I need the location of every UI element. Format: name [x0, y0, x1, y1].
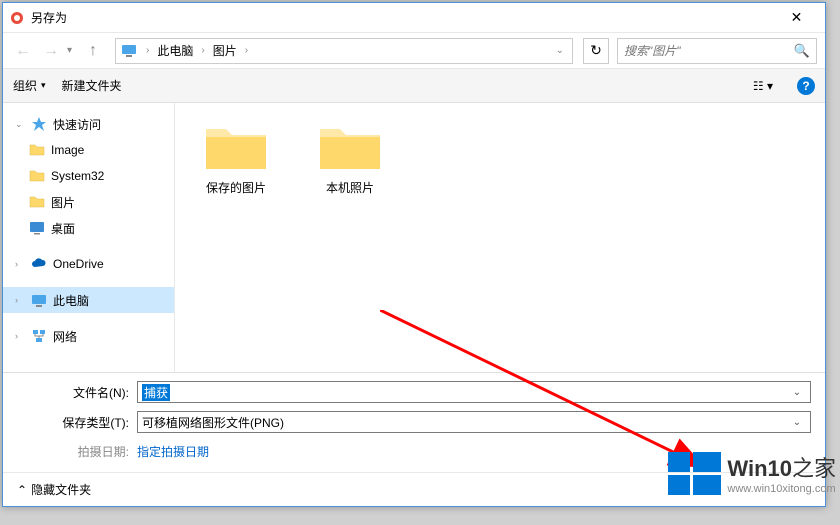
folder-label: 保存的图片 — [206, 179, 266, 196]
file-list[interactable]: 保存的图片 本机照片 — [175, 103, 825, 372]
titlebar: 另存为 ✕ — [3, 3, 825, 33]
sidebar-item-desktop[interactable]: 桌面 — [3, 215, 174, 241]
folder-label: 本机照片 — [326, 179, 374, 196]
watermark-title: Win10之家 — [727, 451, 836, 483]
chevron-right-icon: › — [15, 331, 25, 341]
chevron-down-icon: ⌄ — [15, 119, 25, 130]
watermark: Win10之家 www.win10xitong.com — [668, 451, 836, 495]
up-button[interactable]: ↑ — [81, 39, 105, 63]
desktop-icon — [29, 220, 45, 236]
app-icon — [9, 10, 25, 26]
filetype-label: 保存类型(T): — [17, 414, 137, 431]
sidebar-item-system32[interactable]: System32 — [3, 163, 174, 189]
content-area: ⌄ 快速访问 Image System32 图片 桌面 › — [3, 103, 825, 372]
chevron-right-icon: › — [15, 259, 25, 269]
folder-icon — [318, 121, 382, 173]
star-icon — [31, 116, 47, 132]
close-button[interactable]: ✕ — [774, 4, 819, 32]
filename-input[interactable]: 捕获 ⌄ — [137, 381, 811, 403]
breadcrumb-root[interactable]: 此电脑 — [153, 40, 197, 61]
search-icon[interactable]: 🔍 — [794, 43, 810, 59]
forward-button[interactable]: → — [39, 39, 63, 63]
pc-icon — [31, 292, 47, 308]
search-box[interactable]: 🔍 — [617, 38, 817, 64]
date-label: 拍摄日期: — [17, 443, 137, 460]
sidebar-network[interactable]: › 网络 — [3, 323, 174, 349]
filename-label: 文件名(N): — [17, 384, 137, 401]
breadcrumb-current[interactable]: 图片 — [209, 40, 241, 61]
breadcrumb[interactable]: › 此电脑 › 图片 › ⌄ — [115, 38, 573, 64]
chevron-down-icon[interactable]: ⌄ — [788, 387, 806, 398]
view-button[interactable]: ☷ ▾ — [745, 77, 781, 95]
search-input[interactable] — [624, 44, 794, 58]
toolbar: 组织 ▾ 新建文件夹 ☷ ▾ ? — [3, 69, 825, 103]
watermark-url: www.win10xitong.com — [727, 483, 836, 495]
folder-icon — [204, 121, 268, 173]
hide-folders-button[interactable]: ⌃ 隐藏文件夹 — [17, 481, 91, 498]
folder-item[interactable]: 保存的图片 — [189, 117, 283, 200]
sidebar-item-pictures[interactable]: 图片 — [3, 189, 174, 215]
date-link[interactable]: 指定拍摄日期 — [137, 443, 209, 460]
network-icon — [31, 328, 47, 344]
sidebar-item-image[interactable]: Image — [3, 137, 174, 163]
chevron-down-icon[interactable]: ⌄ — [556, 45, 564, 56]
folder-item[interactable]: 本机照片 — [303, 117, 397, 200]
chevron-right-icon: › — [201, 45, 204, 56]
sidebar-onedrive[interactable]: › OneDrive — [3, 251, 174, 277]
dialog-title: 另存为 — [31, 9, 774, 26]
sidebar: ⌄ 快速访问 Image System32 图片 桌面 › — [3, 103, 175, 372]
organize-button[interactable]: 组织 ▾ — [13, 77, 46, 94]
folder-icon — [29, 168, 45, 184]
save-as-dialog: 另存为 ✕ ← → ▾ ↑ › 此电脑 › 图片 › ⌄ ↻ 🔍 组织 ▾ 新建… — [2, 2, 826, 507]
windows-logo-icon — [668, 452, 721, 495]
folder-icon — [29, 142, 45, 158]
chevron-right-icon: › — [245, 45, 248, 56]
chevron-down-icon[interactable]: ⌄ — [788, 417, 806, 428]
help-button[interactable]: ? — [797, 77, 815, 95]
filetype-select[interactable]: 可移植网络图形文件(PNG) ⌄ — [137, 411, 811, 433]
sidebar-quick-access[interactable]: ⌄ 快速访问 — [3, 111, 174, 137]
cloud-icon — [31, 256, 47, 272]
refresh-button[interactable]: ↻ — [583, 38, 609, 64]
sidebar-this-pc[interactable]: › 此电脑 — [3, 287, 174, 313]
history-dropdown[interactable]: ▾ — [67, 45, 77, 56]
chevron-right-icon: › — [146, 45, 149, 56]
pc-icon — [120, 42, 138, 60]
new-folder-button[interactable]: 新建文件夹 — [62, 77, 122, 94]
folder-icon — [29, 194, 45, 210]
nav-bar: ← → ▾ ↑ › 此电脑 › 图片 › ⌄ ↻ 🔍 — [3, 33, 825, 69]
back-button[interactable]: ← — [11, 39, 35, 63]
chevron-right-icon: › — [15, 295, 25, 305]
chevron-up-icon: ⌃ — [17, 483, 27, 497]
